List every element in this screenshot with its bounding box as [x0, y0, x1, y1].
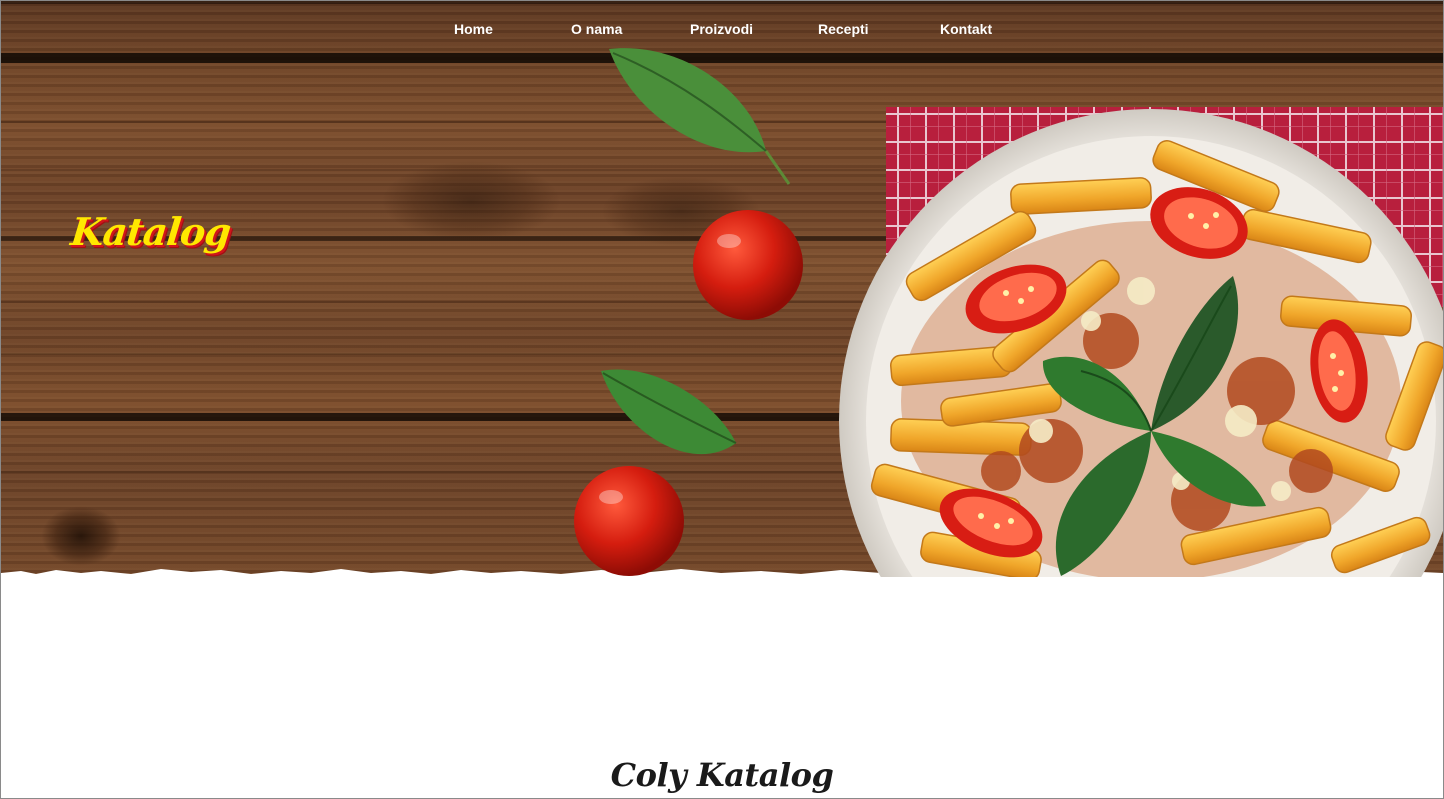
tomato	[693, 210, 803, 320]
tomato	[574, 466, 684, 576]
main-nav: Home O nama Proizvodi Recepti Kontakt	[1, 19, 1443, 41]
section-title: Coly Katalog	[610, 755, 834, 794]
hero-banner: Home O nama Proizvodi Recepti Kontakt Ka…	[1, 1, 1443, 577]
basil-leaf	[609, 48, 791, 185]
nav-proizvodi[interactable]: Proizvodi	[690, 19, 753, 39]
pasta-plate-illustration	[574, 48, 1443, 577]
nav-o-nama[interactable]: O nama	[571, 19, 622, 39]
site-logo[interactable]: Katalog	[69, 209, 233, 254]
nav-recepti[interactable]: Recepti	[818, 19, 869, 39]
basil-leaf	[601, 369, 737, 455]
nav-kontakt[interactable]: Kontakt	[940, 19, 992, 39]
page: Home O nama Proizvodi Recepti Kontakt Ka…	[0, 0, 1444, 799]
nav-home[interactable]: Home	[454, 19, 493, 39]
